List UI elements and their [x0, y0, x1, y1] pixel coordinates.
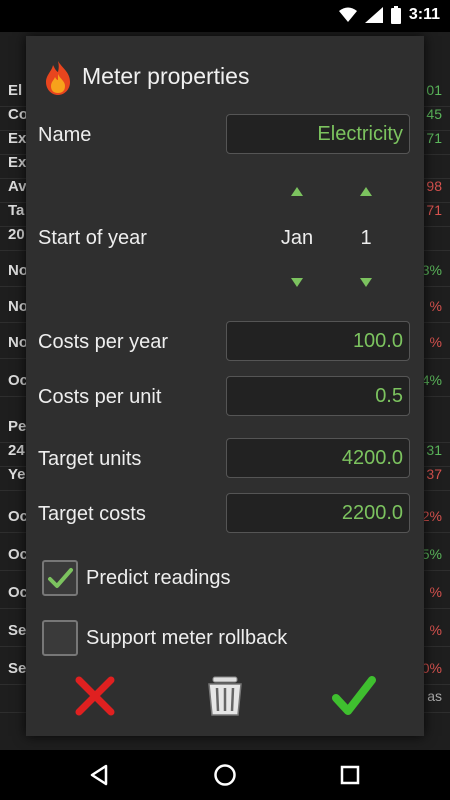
recents-button[interactable] — [337, 762, 363, 788]
background-row-value: 5% — [421, 546, 442, 562]
month-increment-icon[interactable] — [290, 185, 304, 197]
background-row-value: % — [429, 298, 442, 314]
battery-icon — [390, 6, 401, 24]
back-triangle-icon — [90, 764, 108, 786]
target-units-field[interactable]: 4200.0 — [226, 438, 410, 478]
target-costs-label: Target costs — [38, 503, 146, 525]
background-row-label: Oc — [8, 546, 29, 563]
delete-button[interactable] — [203, 674, 247, 718]
cross-icon — [75, 676, 115, 716]
costs-per-unit-label: Costs per unit — [38, 386, 162, 408]
back-button[interactable] — [86, 762, 112, 788]
background-row-value: 45 — [426, 106, 442, 122]
checkmark-icon — [48, 568, 73, 588]
background-row-label: No — [8, 262, 28, 279]
month-decrement-icon[interactable] — [290, 277, 304, 289]
name-field[interactable]: Electricity — [226, 114, 410, 154]
rollback-label[interactable]: Support meter rollback — [86, 627, 287, 650]
status-time: 3:11 — [408, 6, 440, 23]
trash-icon — [208, 676, 242, 716]
cancel-button[interactable] — [73, 674, 117, 718]
background-row-value: % — [429, 334, 442, 350]
dialog-title: Meter properties — [82, 63, 250, 89]
background-row-label: Oc — [8, 508, 29, 525]
background-row-value: 3% — [421, 262, 442, 278]
costs-per-unit-field[interactable]: 0.5 — [226, 376, 410, 416]
background-row-label: Co — [8, 106, 28, 123]
background-row-label: Oc — [8, 372, 29, 389]
background-row-label: Pe — [8, 418, 27, 435]
background-row-value: 37 — [426, 466, 442, 482]
start-of-year-label: Start of year — [38, 227, 147, 249]
background-row-value: 2% — [421, 508, 442, 524]
background-row-value: 31 — [426, 442, 442, 458]
background-row-label: Se — [8, 622, 27, 639]
background-row-label: 24 — [8, 442, 25, 459]
day-increment-icon[interactable] — [359, 185, 373, 197]
background-row-value: 71 — [426, 130, 442, 146]
background-row-label: No — [8, 298, 28, 315]
background-row-value: % — [429, 622, 442, 638]
recents-square-icon — [340, 765, 360, 785]
background-row-value: % — [429, 584, 442, 600]
confirm-button[interactable] — [332, 674, 376, 718]
wifi-icon — [338, 7, 357, 22]
background-row-label: El — [8, 82, 23, 99]
background-row-value: 98 — [426, 178, 442, 194]
start-month-value[interactable]: Jan — [272, 227, 322, 250]
target-units-label: Target units — [38, 448, 142, 470]
background-row-label: Ta — [8, 202, 25, 219]
background-row-label: Se — [8, 660, 27, 677]
background-row-value: 01 — [426, 82, 442, 98]
flame-icon — [46, 61, 70, 95]
costs-per-year-label: Costs per year — [38, 331, 169, 353]
background-row-label: Av — [8, 178, 27, 195]
target-costs-field[interactable]: 2200.0 — [226, 493, 410, 533]
background-row-label: Oc — [8, 584, 29, 601]
costs-per-year-field[interactable]: 100.0 — [226, 321, 410, 361]
background-row-value: 71 — [426, 202, 442, 218]
home-button[interactable] — [212, 762, 238, 788]
status-icons: 3:11 — [338, 6, 440, 24]
background-row-label: Ex — [8, 130, 27, 147]
checkmark-icon — [332, 676, 376, 715]
predict-readings-label[interactable]: Predict readings — [86, 567, 231, 590]
day-decrement-icon[interactable] — [359, 277, 373, 289]
predict-readings-checkbox[interactable] — [42, 560, 78, 596]
background-row-label: No — [8, 334, 28, 351]
background-row-label: Ex — [8, 154, 27, 171]
navigation-bar — [0, 750, 450, 800]
signal-icon — [364, 7, 383, 23]
background-row-value: 0% — [421, 660, 442, 676]
background-row-value: as — [427, 688, 442, 704]
rollback-checkbox[interactable] — [42, 620, 78, 656]
start-day-value[interactable]: 1 — [341, 227, 391, 250]
name-label: Name — [38, 124, 92, 146]
background-row-value: 4% — [421, 372, 442, 388]
home-circle-icon — [214, 764, 236, 786]
meter-properties-dialog: Meter properties Name Electricity Start … — [26, 36, 424, 736]
status-bar: 3:11 — [0, 0, 450, 32]
background-row-label: 20 — [8, 226, 25, 243]
background-row-label: Ye — [8, 466, 26, 483]
